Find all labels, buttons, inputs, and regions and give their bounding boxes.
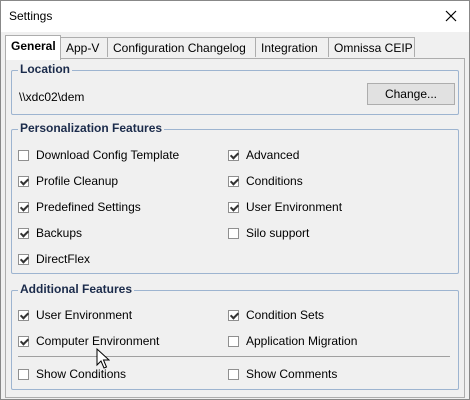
additional-user-environment-checkbox[interactable]: User Environment bbox=[18, 308, 132, 322]
change-button-label: Change... bbox=[384, 87, 438, 101]
checkbox-box[interactable] bbox=[18, 175, 29, 187]
silo-support-checkbox[interactable]: Silo support bbox=[228, 226, 309, 240]
tab-general[interactable]: General bbox=[5, 35, 61, 60]
tab-integration[interactable]: Integration bbox=[255, 37, 329, 57]
title-bar: Settings bbox=[1, 1, 469, 32]
checkbox-box[interactable] bbox=[18, 201, 29, 213]
mouse-pointer-icon bbox=[96, 348, 110, 369]
tab-configuration-changelog[interactable]: Configuration Changelog bbox=[107, 37, 256, 57]
checkbox-label: Advanced bbox=[246, 148, 300, 162]
checkbox-label: Predefined Settings bbox=[36, 200, 141, 214]
checkbox-label: Show Comments bbox=[246, 367, 338, 381]
application-migration-checkbox[interactable]: Application Migration bbox=[228, 334, 357, 348]
tab-omnissa-ceip[interactable]: Omnissa CEIP bbox=[328, 37, 415, 57]
checkbox-label: Condition Sets bbox=[246, 308, 325, 322]
checkbox-label: Silo support bbox=[246, 226, 310, 240]
directflex-checkbox[interactable]: DirectFlex bbox=[18, 252, 90, 266]
tab-app-v[interactable]: App-V bbox=[60, 37, 108, 57]
location-group: Location \\xdc02\dem Change... bbox=[11, 62, 459, 115]
checkbox-box[interactable] bbox=[18, 227, 29, 239]
tab-label: General bbox=[11, 39, 56, 53]
show-comments-checkbox[interactable]: Show Comments bbox=[228, 367, 337, 381]
checkbox-label: Application Migration bbox=[246, 334, 358, 348]
checkbox-label: Conditions bbox=[246, 174, 303, 188]
tab-label: Integration bbox=[261, 41, 318, 55]
settings-window: Settings General App-V Configuration Cha… bbox=[0, 0, 470, 400]
personalization-features-group: Personalization Features Download Config… bbox=[11, 121, 459, 274]
checkbox-label: Profile Cleanup bbox=[36, 174, 119, 188]
checkbox-box[interactable] bbox=[228, 309, 239, 321]
advanced-checkbox[interactable]: Advanced bbox=[228, 148, 299, 162]
checkbox-label: User Environment bbox=[246, 200, 343, 214]
checkbox-box[interactable] bbox=[18, 335, 29, 347]
checkbox-box[interactable] bbox=[18, 309, 29, 321]
additional-features-group: Additional Features User Environment Con… bbox=[11, 282, 459, 390]
location-path: \\xdc02\dem bbox=[19, 90, 85, 104]
checkbox-box[interactable] bbox=[228, 368, 239, 380]
conditions-checkbox[interactable]: Conditions bbox=[228, 174, 303, 188]
checkbox-label: Download Config Template bbox=[36, 148, 180, 162]
profile-cleanup-checkbox[interactable]: Profile Cleanup bbox=[18, 174, 118, 188]
additional-group-title: Additional Features bbox=[18, 282, 135, 296]
checkbox-box[interactable] bbox=[18, 253, 29, 265]
condition-sets-checkbox[interactable]: Condition Sets bbox=[228, 308, 324, 322]
tab-label: Omnissa CEIP bbox=[334, 41, 413, 55]
checkbox-label: User Environment bbox=[36, 308, 133, 322]
checkbox-box[interactable] bbox=[228, 201, 239, 213]
personalization-group-title: Personalization Features bbox=[18, 121, 165, 135]
general-tab-panel: Location \\xdc02\dem Change... Personali… bbox=[5, 58, 465, 398]
checkbox-label: Show Conditions bbox=[36, 367, 127, 381]
divider bbox=[18, 356, 450, 357]
checkbox-box[interactable] bbox=[228, 335, 239, 347]
close-icon bbox=[445, 10, 457, 22]
checkbox-label: Computer Environment bbox=[36, 334, 160, 348]
backups-checkbox[interactable]: Backups bbox=[18, 226, 82, 240]
checkbox-label: Backups bbox=[36, 226, 83, 240]
tab-label: Configuration Changelog bbox=[113, 41, 246, 55]
checkbox-box[interactable] bbox=[228, 175, 239, 187]
predefined-settings-checkbox[interactable]: Predefined Settings bbox=[18, 200, 141, 214]
checkbox-label: DirectFlex bbox=[36, 252, 91, 266]
window-title: Settings bbox=[9, 9, 53, 23]
checkbox-box[interactable] bbox=[18, 149, 29, 161]
change-button[interactable]: Change... bbox=[367, 83, 455, 105]
checkbox-box[interactable] bbox=[228, 149, 239, 161]
download-config-template-checkbox[interactable]: Download Config Template bbox=[18, 148, 179, 162]
checkbox-box[interactable] bbox=[228, 227, 239, 239]
user-environment-checkbox[interactable]: User Environment bbox=[228, 200, 342, 214]
close-button[interactable] bbox=[441, 6, 461, 26]
checkbox-box[interactable] bbox=[18, 368, 29, 380]
tab-label: App-V bbox=[66, 41, 100, 55]
location-group-title: Location bbox=[18, 62, 72, 76]
computer-environment-checkbox[interactable]: Computer Environment bbox=[18, 334, 159, 348]
